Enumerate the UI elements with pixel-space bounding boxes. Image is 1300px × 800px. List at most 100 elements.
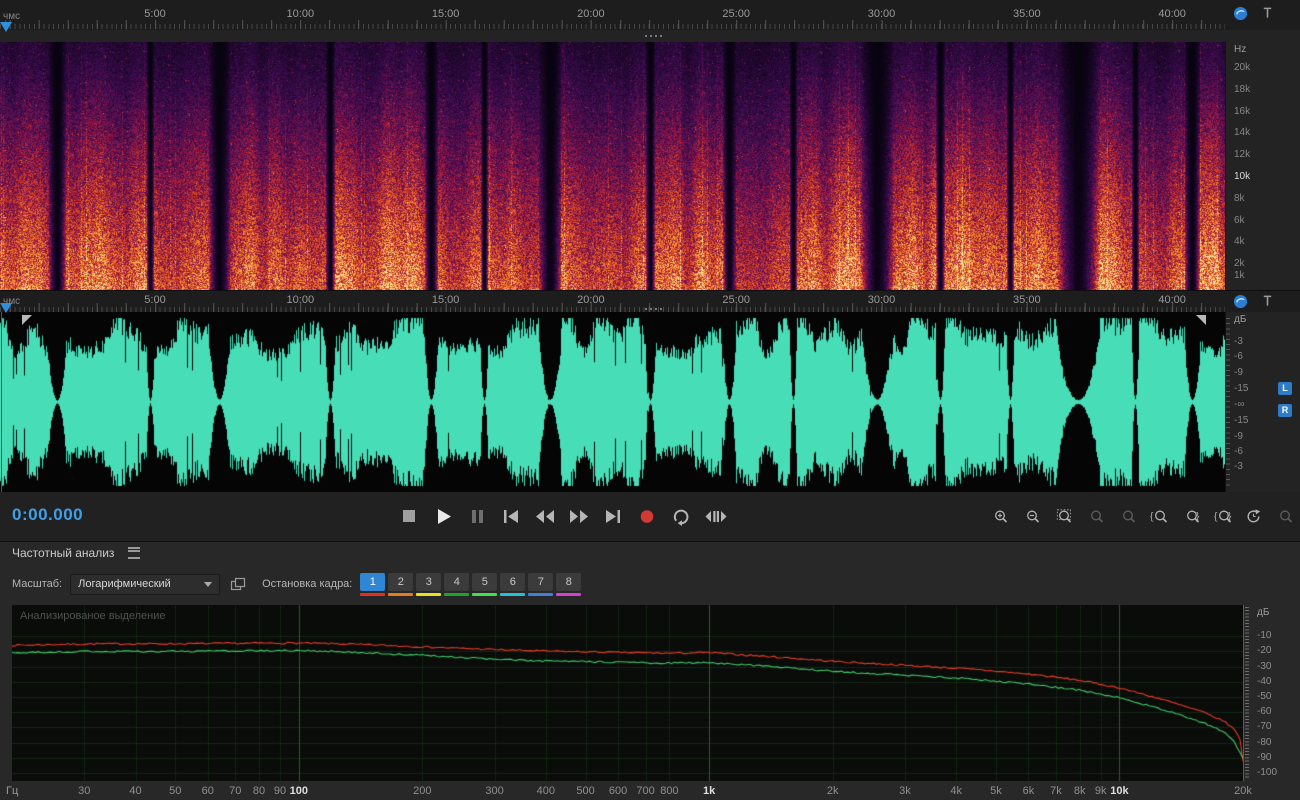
db-axis-ruler (1243, 605, 1254, 781)
x-tick-label: 80 (252, 785, 266, 797)
y-tick-label: -60 (1257, 706, 1272, 718)
stop-button[interactable] (398, 505, 421, 528)
amplitude-scale: дБ L R -3 -6 -9 -15 -∞ -15 -9 -6 -3 (1225, 312, 1300, 492)
timeline-tick-label: 15:00 (431, 294, 460, 306)
db-tick-label: -∞ (1234, 399, 1245, 410)
frequency-tick-label: 1k (1234, 270, 1245, 281)
frame-hold-3: 3 (416, 572, 442, 596)
zoom-selection-button[interactable]: {} (1214, 509, 1233, 524)
transport-buttons (398, 492, 727, 541)
zoom-selection-left-button[interactable]: { (1150, 509, 1169, 524)
frequency-tick-label: 10k (1234, 171, 1251, 182)
panel-title: Частотный анализ (12, 546, 115, 560)
y-tick-label: -100 (1257, 767, 1278, 778)
x-tick-label: 60 (201, 785, 214, 797)
x-tick-label: 9k (1094, 785, 1107, 797)
pause-button[interactable] (466, 505, 489, 528)
frame-hold-7: 7 (528, 572, 554, 596)
x-tick-label: 800 (660, 785, 679, 797)
playhead-marker[interactable] (0, 303, 12, 313)
frame-hold-6: 6 (500, 572, 526, 596)
spectrogram-canvas[interactable] (0, 42, 1225, 290)
zoom-in-button[interactable] (990, 509, 1009, 524)
timeline-tick-label: 25:00 (722, 8, 750, 20)
zoom-out-button[interactable] (1022, 509, 1041, 524)
db-tick-label: -15 (1234, 383, 1249, 394)
reset-zoom-button[interactable] (1246, 509, 1262, 524)
pin-icon[interactable] (1261, 6, 1274, 20)
ruler-medium-ticks (0, 20, 1225, 29)
skip-selection-button[interactable] (704, 505, 727, 528)
x-tick-label: 500 (576, 785, 595, 797)
hold-button-4[interactable]: 4 (444, 572, 470, 591)
pin-icon[interactable] (1261, 294, 1274, 308)
frequency-tick-label: 18k (1234, 83, 1251, 95)
timeline-ruler-spectral[interactable]: чмс 5:00 10:00 15:00 20:00 25:00 30:00 35:00 40… (0, 0, 1300, 31)
hold-color-bar (472, 592, 498, 596)
loop-button[interactable] (670, 505, 693, 528)
frequency-tick-label: 6k (1234, 214, 1245, 226)
timeline-tick-label: 25:00 (722, 294, 750, 306)
skip-end-button[interactable] (602, 505, 625, 528)
channel-left-badge[interactable]: L (1278, 382, 1292, 395)
frequency-chart-canvas[interactable] (12, 605, 1243, 781)
y-tick-label: -40 (1257, 675, 1272, 687)
hold-button-7[interactable]: 7 (528, 572, 554, 591)
zoom-amplitude-button[interactable] (1118, 509, 1137, 524)
panel-menu-icon[interactable] (128, 547, 141, 559)
y-tick-label: -10 (1257, 630, 1272, 642)
panel-header: Частотный анализ (0, 542, 1300, 564)
timeline-options-icon[interactable] (1233, 294, 1248, 309)
zoom-last-button[interactable] (1275, 509, 1294, 524)
hold-button-2[interactable]: 2 (388, 572, 414, 591)
svg-text:{: { (1214, 512, 1218, 523)
chevron-down-icon (204, 581, 213, 587)
x-axis-labels: Гц 30 40 50 60 70 80 90 100 200 300 400 500 600 700 80… (0, 784, 1300, 800)
y-tick-label: -20 (1257, 645, 1272, 657)
hold-button-8[interactable]: 8 (556, 572, 582, 591)
db-ruler-ticks (1226, 318, 1230, 486)
channel-right-badge[interactable]: R (1278, 404, 1292, 417)
y-tick-label: -30 (1257, 660, 1272, 672)
scale-dropdown[interactable]: Логарифмический (70, 573, 221, 595)
rewind-button[interactable] (534, 505, 557, 528)
frequency-tick-label: 14k (1234, 127, 1251, 139)
hold-button-1[interactable]: 1 (360, 572, 386, 591)
x-tick-label: 100 (289, 785, 308, 797)
y-axis-labels: -10 -20 -30 -40 -50 -60 -70 -80 -90 -100 (1257, 605, 1297, 785)
timeline-tick-label: 35:00 (1013, 294, 1041, 306)
hold-button-6[interactable]: 6 (500, 572, 526, 591)
hold-color-bar (360, 592, 386, 596)
fade-out-handle[interactable] (1196, 315, 1206, 325)
copy-graph-button[interactable] (230, 577, 246, 592)
frequency-tick-label: 16k (1234, 105, 1251, 117)
frequency-scale: Hz 20k 18k 16k 14k 12k 10k 8k 6k 4k 2k 1k (1225, 42, 1300, 290)
frame-hold-2: 2 (388, 572, 414, 596)
x-tick-label: 700 (636, 785, 655, 797)
time-display[interactable]: 0:00.000 (12, 505, 83, 525)
waveform-canvas[interactable] (0, 312, 1225, 492)
zoom-out-time-button[interactable] (1086, 509, 1105, 524)
hold-button-5[interactable]: 5 (472, 572, 498, 591)
zoom-selection-right-button[interactable]: } (1182, 509, 1201, 524)
y-tick-label: -50 (1257, 691, 1272, 702)
timeline-options-icon[interactable] (1233, 6, 1248, 21)
hold-button-3[interactable]: 3 (416, 572, 442, 591)
frame-hold-8: 8 (556, 572, 582, 596)
fade-in-handle[interactable] (22, 315, 32, 325)
zoom-in-time-button[interactable] (1054, 509, 1073, 524)
ruler-medium-ticks (0, 303, 1225, 312)
playhead-marker[interactable] (0, 22, 12, 32)
x-tick-label: 70 (229, 785, 242, 797)
x-tick-label: 8k (1073, 785, 1086, 797)
play-button[interactable] (432, 505, 455, 528)
fast-forward-button[interactable] (568, 505, 591, 528)
record-button[interactable] (636, 505, 659, 528)
x-tick-label: 90 (273, 785, 287, 797)
x-tick-label: 7k (1050, 785, 1062, 797)
timeline-ruler-waveform[interactable]: чмс 5:00 10:00 15:00 20:00 25:00 30:00 35:00 40… (0, 290, 1300, 314)
audition-window: чмс 5:00 10:00 15:00 20:00 25:00 30:00 35:00 40… (0, 0, 1300, 800)
frequency-tick-label: 8k (1234, 192, 1245, 204)
x-tick-label: 10k (1110, 785, 1129, 797)
skip-start-button[interactable] (500, 505, 523, 528)
